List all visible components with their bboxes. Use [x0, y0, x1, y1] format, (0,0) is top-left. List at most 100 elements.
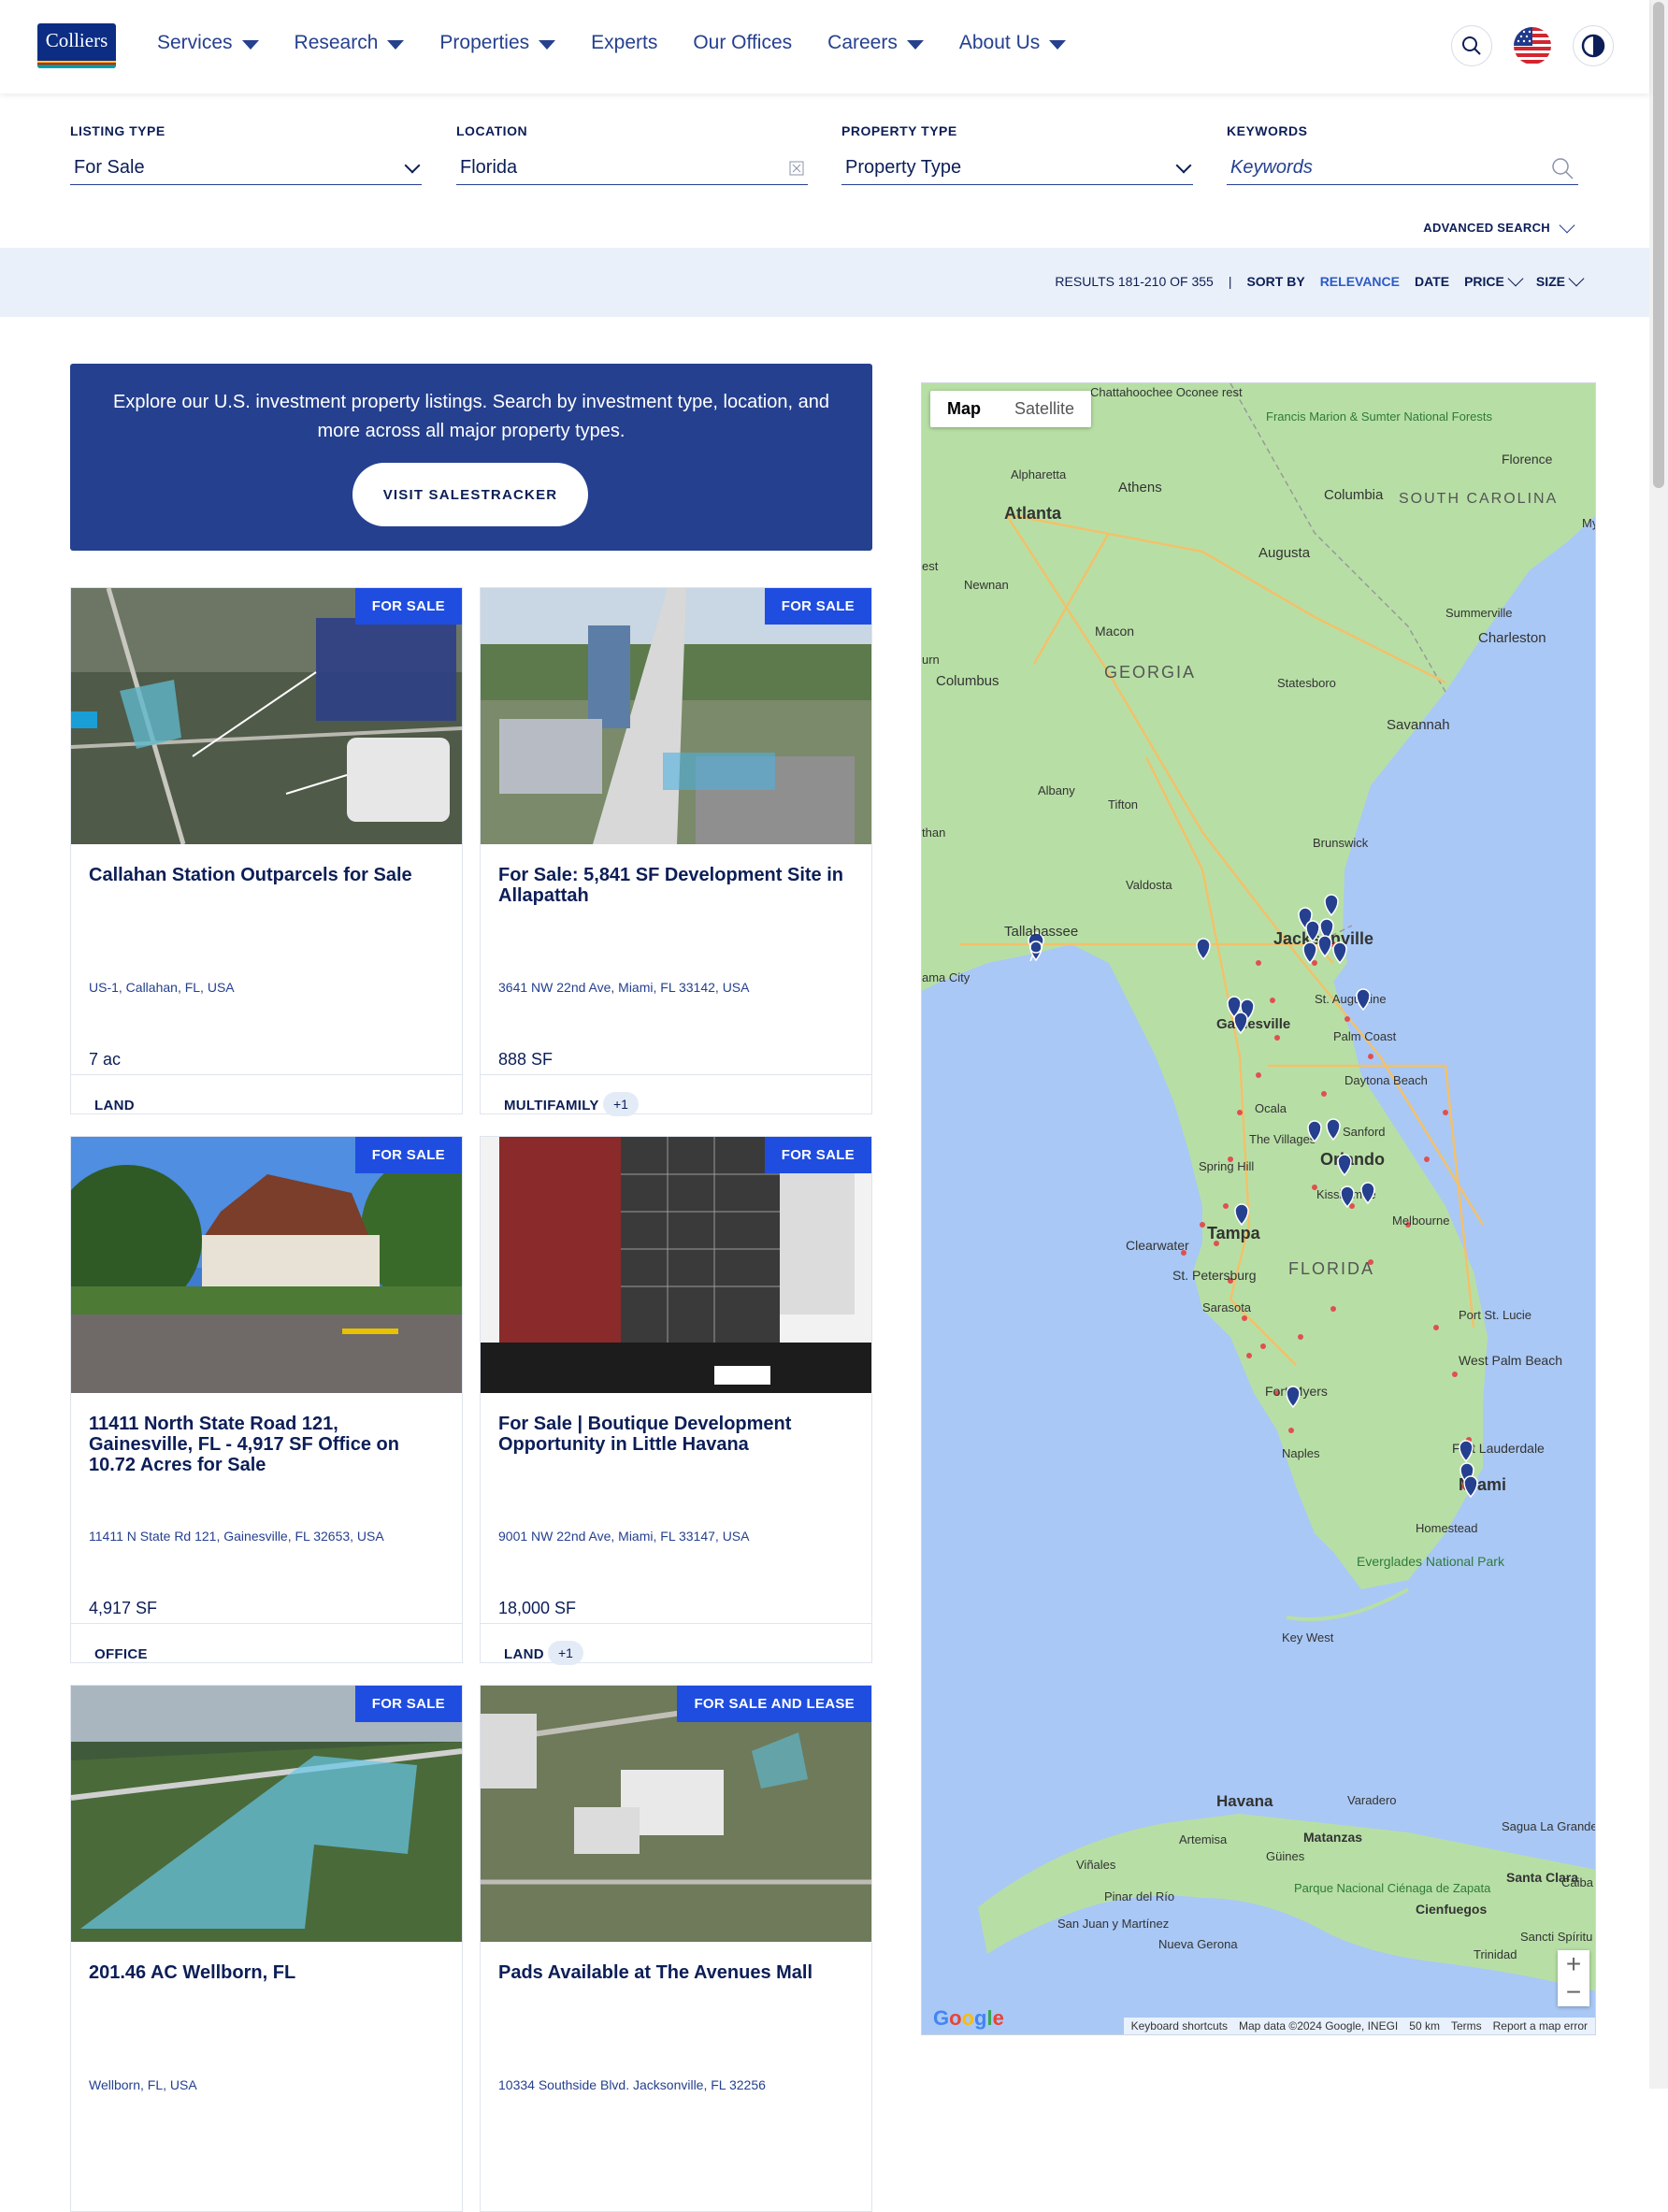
listing-title[interactable]: 201.46 AC Wellborn, FL [89, 1962, 445, 1983]
sort-price[interactable]: PRICE [1464, 270, 1524, 289]
listing-title[interactable]: For Sale | Boutique Development Opportun… [498, 1414, 855, 1455]
location-label: LOCATION [456, 123, 528, 138]
map-label: Florence [1502, 452, 1553, 467]
nav-experts[interactable]: Experts [591, 32, 657, 54]
more-types-chip[interactable]: +1 [548, 1641, 583, 1665]
map-pin [1459, 1440, 1474, 1463]
keywords-label: KEYWORDS [1227, 123, 1308, 138]
map-label: Nueva Gerona [1158, 1937, 1238, 1951]
scrollbar-thumb[interactable] [1653, 2, 1664, 488]
listing-address: 3641 NW 22nd Ave, Miami, FL 33142, USA [498, 980, 750, 995]
map-label: Gainesville [1216, 1016, 1290, 1032]
map-label: Varadero [1347, 1793, 1397, 1807]
listing-badge: FOR SALE [764, 588, 871, 625]
keywords-field[interactable] [1227, 151, 1578, 185]
visit-salestracker-button[interactable]: VISIT SALESTRACKER [352, 463, 588, 526]
map-pin [1196, 938, 1211, 961]
map-label: Statesboro [1277, 676, 1336, 690]
listing-type: MULTIFAMILY [504, 1098, 599, 1113]
keyboard-shortcuts-link[interactable]: Keyboard shortcuts [1131, 2019, 1228, 2032]
listing-card[interactable]: FOR SALE AND LEASE Pads Available at The… [480, 1685, 872, 2212]
chevron-down-icon [404, 157, 421, 173]
listing-photo [481, 1137, 871, 1393]
report-error-link[interactable]: Report a map error [1493, 2019, 1588, 2032]
map-label: Alpharetta [1011, 467, 1067, 481]
nav-about-us[interactable]: About Us [958, 32, 1067, 54]
listing-size: 18,000 SF [498, 1599, 577, 1617]
sort-relevance-label: RELEVANCE [1319, 274, 1400, 289]
page-scrollbar[interactable] [1649, 0, 1668, 2089]
nav-experts-label: Experts [591, 32, 658, 53]
map-label: Spring Hill [1199, 1159, 1254, 1173]
advanced-search-toggle[interactable]: ADVANCED SEARCH [1423, 217, 1575, 235]
map-label: Cienfuegos [1416, 1902, 1487, 1917]
map-label: Macon [1095, 624, 1134, 639]
property-map[interactable]: Atlanta Athens Alpharetta Augusta Columb… [921, 382, 1596, 2035]
keywords-input[interactable] [1230, 157, 1511, 179]
sort-date[interactable]: DATE [1415, 274, 1449, 289]
listing-card[interactable]: FOR SALE 11411 North State Road 121, Gai… [70, 1136, 463, 1663]
nav-careers-label: Careers [827, 32, 898, 53]
listing-address: Wellborn, FL, USA [89, 2077, 197, 2092]
sort-size[interactable]: SIZE [1536, 270, 1585, 289]
map-label: My [1582, 516, 1596, 530]
listing-card[interactable]: FOR SALE For Sale: 5,841 SF Development … [480, 587, 872, 1116]
map-data-attribution: Map data ©2024 Google, INEGI [1238, 2019, 1399, 2032]
nav-services[interactable]: Services [157, 32, 259, 54]
sort-relevance[interactable]: RELEVANCE [1320, 274, 1400, 289]
listing-address: 11411 N State Rd 121, Gainesville, FL 32… [89, 1529, 384, 1544]
country-selector[interactable] [1512, 25, 1553, 66]
logo-text: Colliers [45, 29, 108, 51]
listing-badge: FOR SALE [354, 1137, 462, 1173]
aerial-site-image [71, 588, 462, 844]
listing-address: 9001 NW 22nd Ave, Miami, FL 33147, USA [498, 1529, 750, 1544]
listing-title[interactable]: 11411 North State Road 121, Gainesville,… [89, 1414, 445, 1475]
map-tab[interactable]: Map [930, 391, 998, 427]
listing-card[interactable]: FOR SALE 201.46 AC Wellborn, FL Wellborn… [70, 1685, 463, 2212]
map-label: Augusta [1258, 545, 1311, 561]
zoom-in-button[interactable]: + [1558, 1949, 1589, 1978]
map-label: Naples [1282, 1446, 1320, 1460]
map-pin [1286, 1386, 1301, 1409]
search-button[interactable] [1451, 25, 1492, 66]
listing-title[interactable]: For Sale: 5,841 SF Development Site in A… [498, 865, 855, 906]
contrast-toggle[interactable] [1573, 25, 1614, 66]
terms-link[interactable]: Terms [1451, 2019, 1482, 2032]
map-pin [1324, 894, 1339, 917]
map-pin [1234, 1203, 1249, 1227]
satellite-tab[interactable]: Satellite [998, 391, 1091, 427]
zoom-out-button[interactable]: − [1558, 1977, 1589, 2006]
chevron-down-icon [1559, 217, 1575, 233]
nav-about-label: About Us [958, 32, 1041, 53]
nav-research[interactable]: Research [295, 32, 405, 54]
listing-card[interactable]: FOR SALE Callahan Station Outparcels for… [70, 587, 463, 1114]
map-label: than [922, 826, 945, 840]
map-footer: Keyboard shortcuts Map data ©2024 Google… [1123, 2018, 1595, 2034]
map-label: Daytona Beach [1344, 1073, 1428, 1087]
nav-our-offices[interactable]: Our Offices [693, 32, 792, 54]
map-label: Charleston [1478, 630, 1546, 646]
nav-careers[interactable]: Careers [827, 32, 924, 54]
nav-properties[interactable]: Properties [439, 32, 556, 54]
map-label: San Juan y Martínez [1057, 1917, 1169, 1931]
aerial-mall-image [481, 1686, 871, 1942]
more-types-chip[interactable]: +1 [603, 1092, 639, 1116]
contrast-icon [1581, 34, 1605, 58]
location-value: Florida [460, 157, 518, 178]
map-label: Summerville [1445, 606, 1513, 620]
listing-title[interactable]: Callahan Station Outparcels for Sale [89, 865, 445, 885]
listing-title[interactable]: Pads Available at The Avenues Mall [498, 1962, 855, 1983]
zoom-controls: + − [1558, 1949, 1589, 2006]
clear-icon[interactable] [789, 161, 804, 176]
listing-card[interactable]: FOR SALE For Sale | Boutique Development… [480, 1136, 872, 1665]
chevron-down-icon [1507, 270, 1524, 287]
property-type-select[interactable]: Property Type [841, 151, 1193, 185]
location-input[interactable]: Florida [456, 151, 808, 185]
listing-size: 888 SF [498, 1050, 554, 1069]
search-icon[interactable] [1550, 156, 1575, 180]
map-pin [1356, 988, 1371, 1012]
colliers-logo[interactable]: Colliers [37, 23, 116, 68]
listing-type-select[interactable]: For Sale [70, 151, 422, 185]
map-label: Columbia [1324, 487, 1384, 503]
listing-photo [71, 1137, 462, 1393]
